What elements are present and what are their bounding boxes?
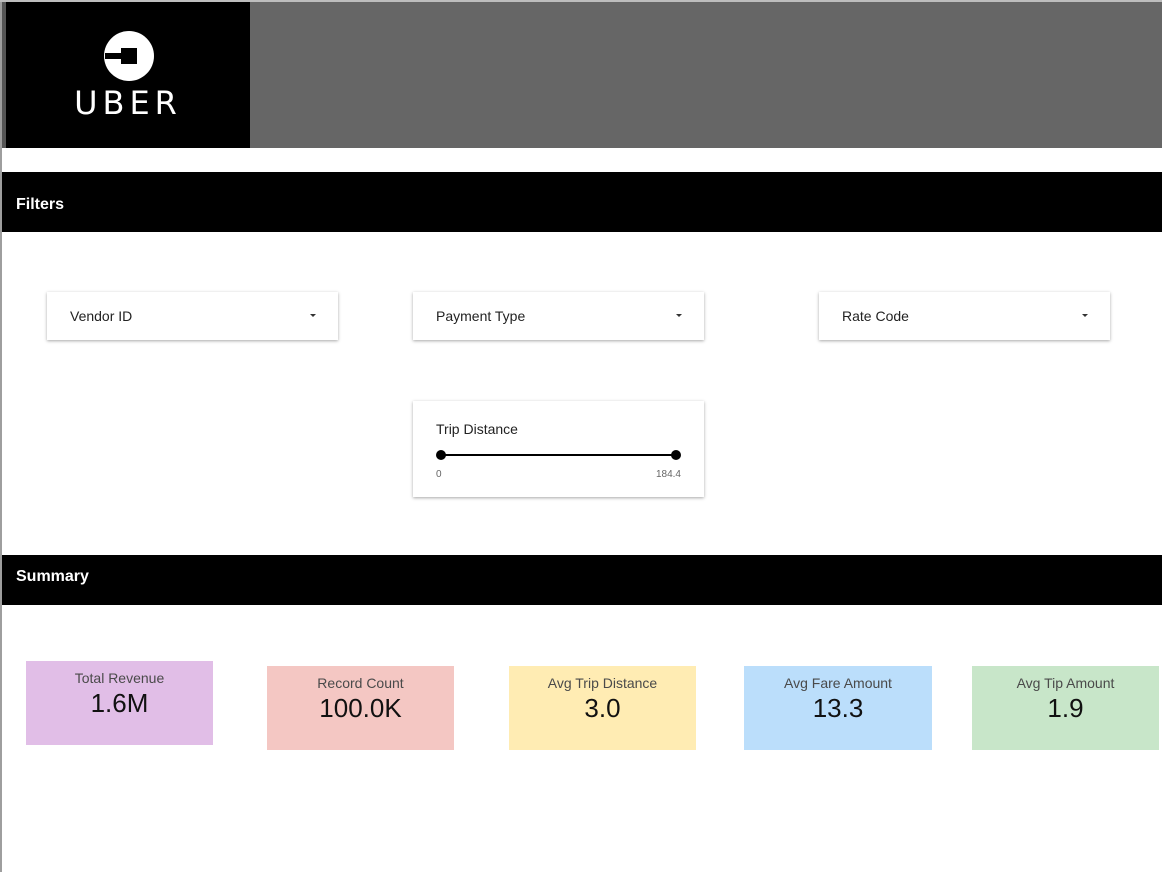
trip-distance-slider: Trip Distance 0 184.4 <box>413 401 704 497</box>
scorecard-total-revenue: Total Revenue 1.6M <box>26 661 213 745</box>
logo-left-stripe <box>2 2 6 148</box>
vendor-id-dropdown[interactable]: Vendor ID <box>47 292 338 340</box>
slider-max-value: 184.4 <box>655 469 681 480</box>
uber-logo: UBER <box>2 2 250 148</box>
scorecard-avg-fare-amount: Avg Fare Amount 13.3 <box>744 666 932 750</box>
scorecard-label: Total Revenue <box>74 670 165 686</box>
slider-max-handle[interactable] <box>671 450 681 460</box>
scorecard-avg-trip-distance: Avg Trip Distance 3.0 <box>509 666 696 750</box>
payment-type-dropdown[interactable]: Payment Type <box>413 292 704 340</box>
payment-type-label: Payment Type <box>436 308 526 324</box>
trip-distance-label: Trip Distance <box>436 421 518 437</box>
rate-code-dropdown[interactable]: Rate Code <box>819 292 1110 340</box>
scorecard-value: 3.0 <box>584 693 621 723</box>
chevron-down-icon <box>1082 314 1088 317</box>
slider-min-value: 0 <box>436 469 442 480</box>
uber-wordmark: UBER <box>74 84 182 122</box>
scorecard-label: Avg Trip Distance <box>547 675 658 691</box>
scorecard-label: Avg Tip Amount <box>1016 675 1115 691</box>
scorecard-value: 100.0K <box>319 693 402 723</box>
slider-min-handle[interactable] <box>436 450 446 460</box>
scorecard-value: 1.6M <box>90 688 149 718</box>
vendor-id-label: Vendor ID <box>70 308 133 324</box>
scorecard-label: Record Count <box>317 675 404 691</box>
uber-logo-icon <box>104 31 154 81</box>
summary-title: Summary <box>16 568 89 585</box>
summary-section-header: Summary <box>2 555 1162 605</box>
scorecard-value: 13.3 <box>812 693 864 723</box>
rate-code-label: Rate Code <box>842 308 909 324</box>
scorecard-label: Avg Fare Amount <box>784 675 892 691</box>
slider-track[interactable] <box>441 454 677 456</box>
chevron-down-icon <box>676 314 682 317</box>
scorecard-avg-tip-amount: Avg Tip Amount 1.9 <box>972 666 1159 750</box>
scorecard-value: 1.9 <box>1047 693 1084 723</box>
filters-section-header: Filters <box>2 172 1162 232</box>
chevron-down-icon <box>310 314 316 317</box>
filters-title: Filters <box>16 196 65 213</box>
scorecard-record-count: Record Count 100.0K <box>267 666 454 750</box>
